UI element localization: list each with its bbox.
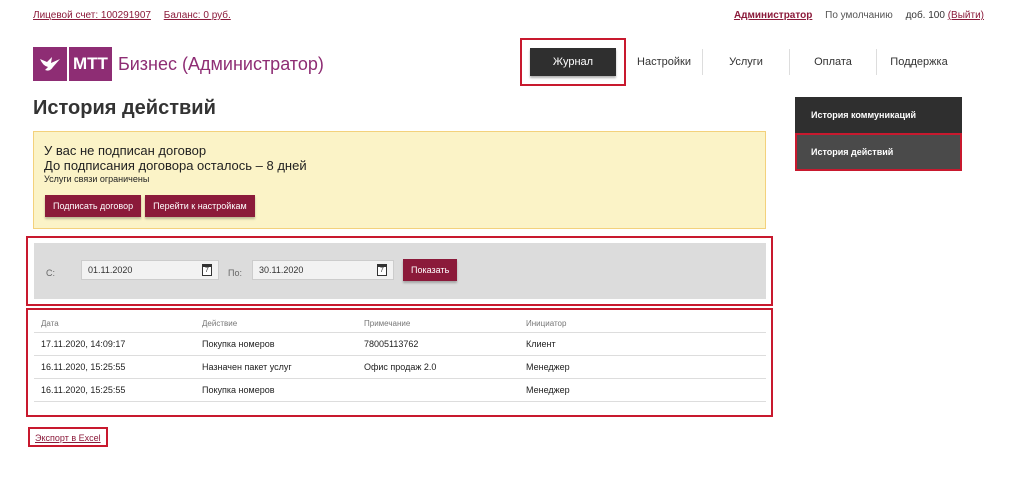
warning-line-1: У вас не подписан договор	[44, 143, 207, 158]
date-filter: С: 01.11.2020 7 По: 30.11.2020 7 Показат…	[34, 243, 766, 299]
user-info: Администратор По умолчанию доб. 100 (Вый…	[734, 10, 984, 21]
cell-note: 78005113762	[364, 339, 419, 349]
from-date-input[interactable]: 01.11.2020 7	[81, 260, 219, 280]
sign-contract-button[interactable]: Подписать договор	[45, 195, 142, 217]
nav-item-support[interactable]: Поддержка	[877, 49, 961, 75]
column-header: Инициатор	[526, 318, 567, 328]
to-date-input[interactable]: 30.11.2020 7	[252, 260, 394, 280]
sidebar-item-communications[interactable]: История коммуникаций	[795, 97, 962, 133]
from-date-value: 01.11.2020	[88, 265, 133, 275]
cell-date: 17.11.2020, 14:09:17	[41, 339, 126, 349]
table-row: 16.11.2020, 15:25:55 Назначен пакет услу…	[34, 356, 766, 379]
cell-action: Покупка номеров	[202, 385, 275, 395]
bird-logo-icon	[33, 47, 67, 81]
contract-warning: У вас не подписан договор До подписания …	[33, 131, 766, 229]
cell-date: 16.11.2020, 15:25:55	[41, 385, 126, 395]
nav-item-journal[interactable]: Журнал	[530, 48, 616, 76]
sidebar-menu: История коммуникаций История действий	[795, 97, 962, 171]
nav-journal-highlight: Журнал	[520, 38, 626, 86]
account-info: Лицевой счет: 100291907 Баланс: 0 руб.	[33, 10, 241, 21]
to-date-value: 30.11.2020	[259, 265, 304, 275]
logo-business: Бизнес (Администратор)	[117, 53, 324, 74]
table-header: Дата Действие Примечание Инициатор	[34, 314, 766, 333]
cell-initiator: Клиент	[526, 339, 556, 349]
cell-action: Назначен пакет услуг	[202, 362, 292, 372]
top-bar: Лицевой счет: 100291907 Баланс: 0 руб. А…	[33, 8, 984, 24]
extension-number: доб. 100	[905, 10, 945, 21]
cell-initiator: Менеджер	[526, 362, 570, 372]
calendar-icon[interactable]: 7	[377, 264, 387, 276]
show-button[interactable]: Показать	[403, 259, 458, 281]
cell-action: Покупка номеров	[202, 339, 275, 349]
logo[interactable]: МТТ Бизнес (Администратор)	[33, 47, 324, 81]
sidebar-item-actions[interactable]: История действий	[795, 133, 962, 171]
column-header: Действие	[202, 318, 238, 328]
export-excel-link[interactable]: Экспорт в Excel	[28, 427, 108, 447]
account-link[interactable]: Лицевой счет: 100291907	[33, 10, 151, 21]
logo-mtt: МТТ	[69, 47, 112, 81]
actions-table: Дата Действие Примечание Инициатор 17.11…	[34, 314, 766, 402]
table-row: 17.11.2020, 14:09:17 Покупка номеров 780…	[34, 333, 766, 356]
balance-link[interactable]: Баланс: 0 руб.	[164, 10, 231, 21]
warning-line-2: До подписания договора осталось – 8 дней	[44, 158, 307, 173]
cell-note: Офис продаж 2.0	[364, 362, 437, 372]
cell-date: 16.11.2020, 15:25:55	[41, 362, 126, 372]
page-title: История действий	[33, 97, 216, 119]
logout-link[interactable]: (Выйти)	[948, 10, 984, 21]
admin-link[interactable]: Администратор	[734, 10, 812, 21]
calendar-icon[interactable]: 7	[202, 264, 212, 276]
column-header: Примечание	[364, 318, 411, 328]
go-to-settings-button[interactable]: Перейти к настройкам	[145, 195, 255, 217]
column-header: Дата	[41, 318, 59, 328]
warning-line-3: Услуги связи ограничены	[44, 174, 150, 184]
main-nav: Журнал Настройки Услуги Оплата Поддержка	[520, 38, 961, 86]
nav-item-services[interactable]: Услуги	[703, 49, 789, 75]
from-label: С:	[46, 268, 55, 278]
to-label: По:	[228, 268, 242, 278]
table-row: 16.11.2020, 15:25:55 Покупка номеров Мен…	[34, 379, 766, 402]
nav-item-settings[interactable]: Настройки	[626, 49, 702, 75]
cell-initiator: Менеджер	[526, 385, 570, 395]
warning-actions: Подписать договор Перейти к настройкам	[45, 195, 755, 217]
default-profile: По умолчанию	[825, 10, 893, 21]
nav-item-payment[interactable]: Оплата	[790, 49, 876, 75]
